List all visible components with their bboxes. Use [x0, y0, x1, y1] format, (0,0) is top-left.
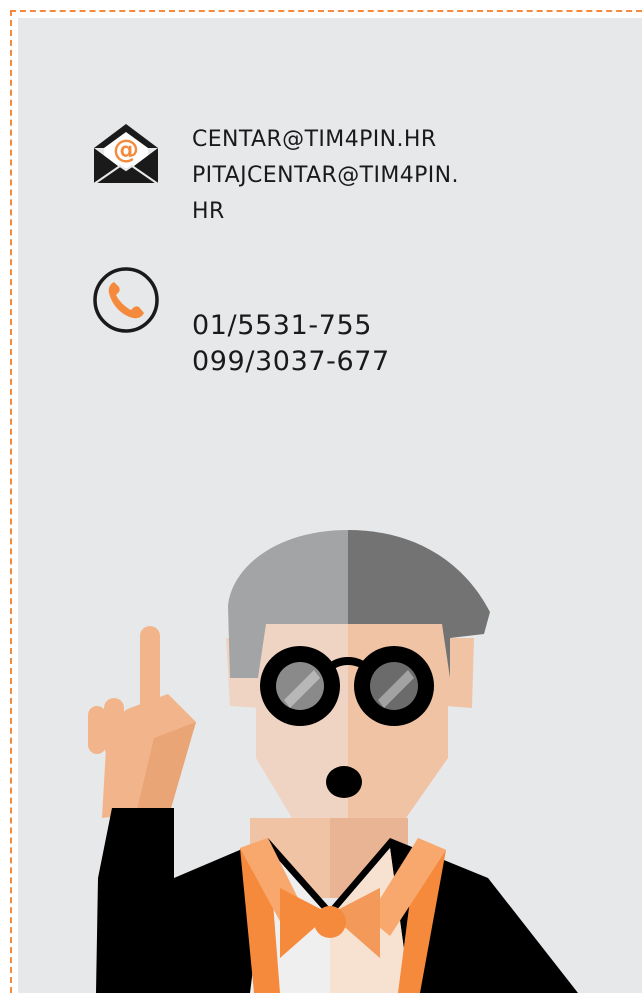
contact-panel: @ CENTAR@TIM4PIN.HR PITAJCENTAR@TIM4PIN.…	[18, 18, 642, 993]
card-frame: @ CENTAR@TIM4PIN.HR PITAJCENTAR@TIM4PIN.…	[0, 0, 642, 993]
mouth	[326, 766, 362, 798]
thinking-man-illustration	[88, 530, 578, 993]
raised-hand	[88, 626, 196, 818]
dashed-border-top	[10, 10, 642, 12]
dashed-border-left	[10, 10, 12, 993]
